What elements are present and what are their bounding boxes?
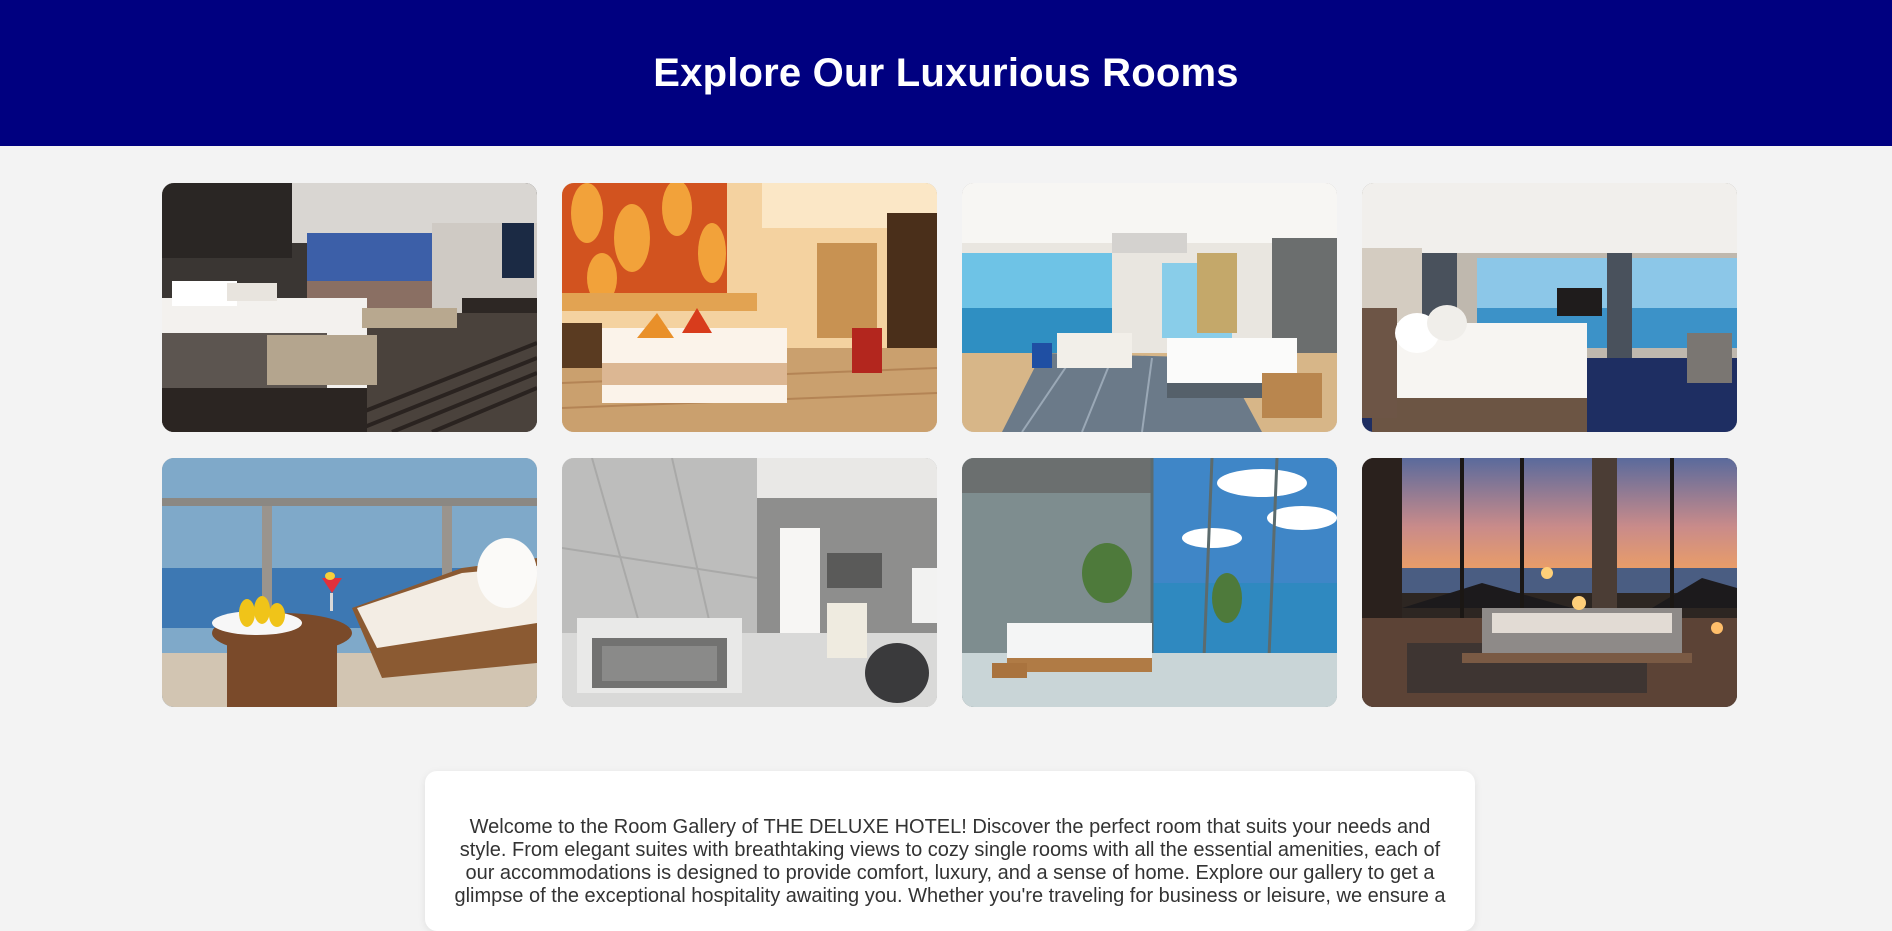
room-photo-panoramic-sea-bedroom[interactable] <box>1362 183 1737 432</box>
room-gallery <box>162 183 1738 707</box>
welcome-panel: Welcome to the Room Gallery of THE DELUX… <box>425 771 1475 931</box>
room-photo-glass-wall-ocean-bedroom[interactable] <box>962 458 1337 707</box>
room-photo-city-view-bedroom[interactable] <box>162 183 537 432</box>
room-photo-orange-wall-bedroom[interactable] <box>562 183 937 432</box>
room-photo-sunset-villa-bedroom[interactable] <box>1362 458 1737 707</box>
room-photo-marble-bathroom[interactable] <box>562 458 937 707</box>
page-header: Explore Our Luxurious Rooms <box>0 0 1892 146</box>
room-photo-ocean-view-suite[interactable] <box>962 183 1337 432</box>
room-photo-balcony-fruit-lounge[interactable] <box>162 458 537 707</box>
welcome-text: Welcome to the Room Gallery of THE DELUX… <box>454 816 1446 907</box>
page-title: Explore Our Luxurious Rooms <box>653 50 1239 95</box>
